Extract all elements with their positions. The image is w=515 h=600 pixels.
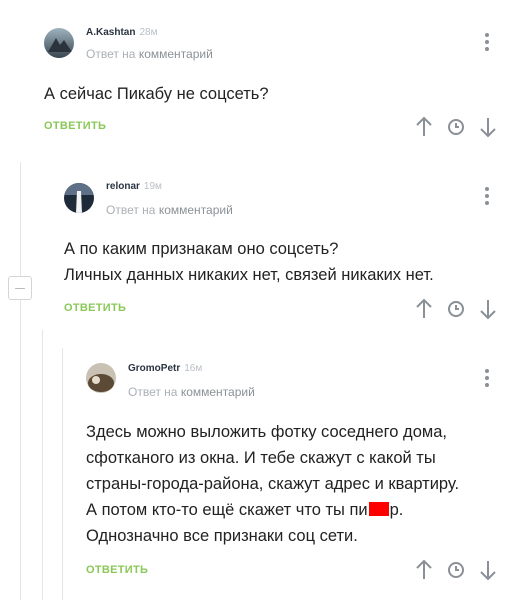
author-name[interactable]: GromoPetr 16м — [128, 363, 202, 374]
censored-block — [368, 502, 389, 516]
clock-icon[interactable] — [446, 116, 466, 138]
collapse-thread-button[interactable] — [8, 276, 32, 300]
reply-to-label: Ответ на комментарий — [128, 385, 255, 399]
comment-time: 16м — [184, 363, 203, 374]
author-name[interactable]: A.Kashtan 28м — [86, 27, 157, 38]
comment-text: Здесь можно выложить фотку соседнего дом… — [86, 423, 460, 545]
reply-button[interactable]: ОТВЕТИТЬ — [64, 302, 126, 314]
reply-button[interactable]: ОТВЕТИТЬ — [86, 564, 148, 576]
thread-line-level-3 — [62, 348, 63, 600]
arrow-down-icon[interactable] — [478, 559, 498, 581]
reply-to-link[interactable]: комментарий — [139, 47, 213, 61]
thread-line-level-1 — [20, 162, 21, 600]
comment-actions — [414, 559, 498, 581]
comment-text: А сейчас Пикабу не соцсеть? — [44, 85, 269, 103]
comment-actions — [414, 116, 498, 138]
arrow-down-icon[interactable] — [478, 298, 498, 320]
arrow-up-icon[interactable] — [414, 298, 434, 320]
comment-actions — [414, 298, 498, 320]
avatar[interactable] — [44, 28, 74, 58]
comment-text: А по каким признакам оно соцсеть? Личных… — [64, 240, 434, 284]
more-vertical-icon[interactable] — [483, 33, 491, 55]
thread-line-level-2 — [42, 330, 43, 600]
avatar[interactable] — [86, 363, 116, 393]
clock-icon[interactable] — [446, 298, 466, 320]
more-vertical-icon[interactable] — [483, 369, 491, 391]
arrow-up-icon[interactable] — [414, 559, 434, 581]
author-name[interactable]: relonar 19м — [106, 181, 162, 192]
clock-icon[interactable] — [446, 559, 466, 581]
comment-time: 19м — [143, 181, 162, 192]
avatar[interactable] — [64, 183, 94, 213]
comment-time: 28м — [139, 27, 158, 38]
reply-to-label: Ответ на комментарий — [86, 47, 213, 61]
reply-to-link[interactable]: комментарий — [181, 385, 255, 399]
reply-button[interactable]: ОТВЕТИТЬ — [44, 120, 106, 132]
more-vertical-icon[interactable] — [483, 187, 491, 209]
reply-to-label: Ответ на комментарий — [106, 203, 233, 217]
arrow-down-icon[interactable] — [478, 116, 498, 138]
reply-to-link[interactable]: комментарий — [159, 203, 233, 217]
arrow-up-icon[interactable] — [414, 116, 434, 138]
